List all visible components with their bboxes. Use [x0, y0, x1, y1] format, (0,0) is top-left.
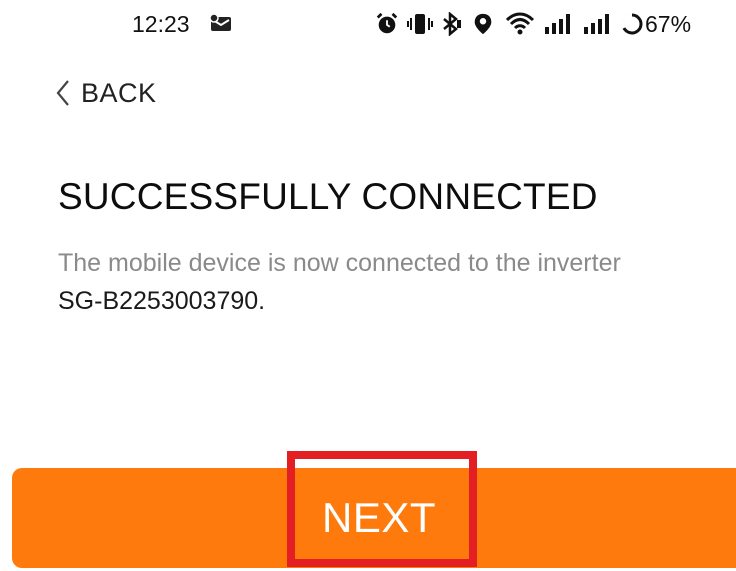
wifi-icon [505, 12, 535, 35]
vibrate-icon [407, 14, 433, 34]
back-label: BACK [81, 77, 157, 108]
bluetooth-icon [443, 12, 461, 36]
battery-percent: 67% [645, 11, 692, 37]
device-id: SG-B2253003790. [58, 287, 266, 315]
signal-icon-2 [584, 14, 609, 34]
signal-icon [545, 14, 570, 34]
message-icon [209, 13, 231, 31]
location-icon [474, 13, 492, 35]
alarm-icon [376, 12, 398, 34]
next-button[interactable]: NEXT [12, 468, 736, 568]
page-title: SUCCESSFULLY CONNECTED [58, 176, 598, 217]
description-text: The mobile device is now connected to th… [58, 249, 621, 277]
status-bar: 12:23 67% [0, 0, 736, 52]
next-button-label: NEXT [321, 494, 436, 541]
chevron-left-icon [56, 80, 69, 106]
connection-description: The mobile device is now connected to th… [58, 244, 728, 320]
battery-ring-icon [621, 13, 643, 35]
status-time: 12:23 [132, 11, 190, 37]
back-button[interactable]: BACK [55, 76, 157, 110]
